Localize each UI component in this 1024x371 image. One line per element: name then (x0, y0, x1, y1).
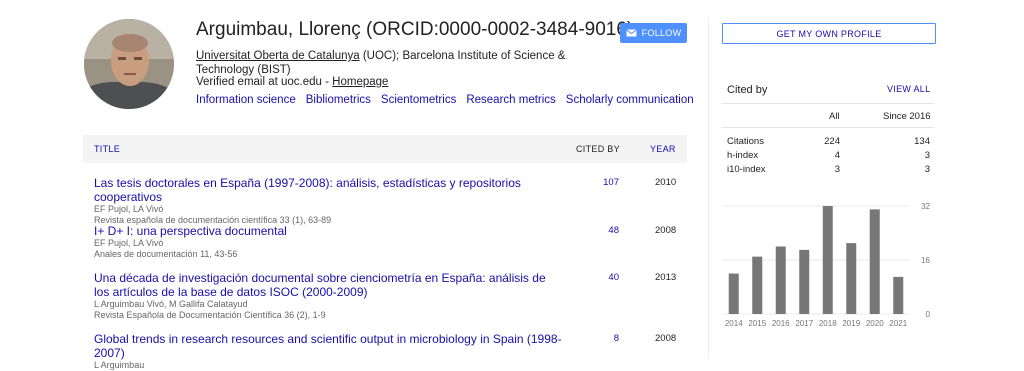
follow-label: FOLLOW (641, 28, 682, 38)
column-divider (708, 18, 709, 358)
publication-authors: L Arguimbau Vivó, M Gallifa Calatayud (94, 299, 248, 309)
stat-since: 134 (914, 136, 930, 147)
publication-authors: L Arguimbau (94, 360, 145, 370)
profile-photo (84, 19, 174, 109)
follow-button[interactable]: FOLLOW (620, 23, 687, 43)
stat-label: i10-index (727, 164, 766, 175)
publication-venue: Anales de documentación 11, 43-56 (94, 249, 238, 259)
cited-by-count[interactable]: 8 (603, 333, 619, 344)
cited-by-count[interactable]: 40 (603, 272, 619, 283)
stat-since: 3 (924, 164, 930, 175)
publication-venue: Revista Española de Documentación Cientí… (94, 310, 326, 320)
cited-by-count[interactable]: 107 (603, 177, 619, 188)
x-tick-label: 2014 (725, 319, 743, 328)
profile-affiliation: Universitat Oberta de Catalunya (UOC); B… (196, 49, 616, 77)
stat-all: 224 (824, 136, 840, 147)
chart-bar-2020[interactable] (869, 209, 880, 314)
table-row: Una década de investigación documental s… (94, 271, 688, 321)
view-all-link[interactable]: VIEW ALL (887, 84, 930, 94)
chart-bar-2021[interactable] (893, 276, 904, 314)
research-interests: Information science Bibliometrics Scient… (196, 94, 694, 106)
chart-bar-2014[interactable] (728, 273, 739, 315)
col-all-header: All (829, 111, 840, 122)
chart-bar-2016[interactable] (775, 246, 786, 315)
chart-bar-2017[interactable] (799, 249, 810, 314)
table-row: Las tesis doctorales en España (1997-200… (94, 176, 688, 226)
publication-year: 2013 (655, 272, 677, 283)
table-row: I+ D+ I: una perspectiva documental EF P… (94, 224, 688, 260)
x-tick-label: 2016 (772, 319, 790, 328)
homepage-link[interactable]: Homepage (332, 76, 388, 88)
interest-link[interactable]: Scientometrics (381, 94, 456, 106)
publication-title[interactable]: Una década de investigación documental s… (94, 271, 554, 299)
stat-all: 4 (834, 150, 840, 161)
envelope-icon (625, 29, 637, 37)
y-tick-label: 16 (921, 256, 930, 265)
stat-label: Citations (727, 136, 764, 147)
profile-name: Arguimbau, Llorenç (ORCID:0000-0002-3484… (196, 19, 634, 40)
email-text: Verified email at uoc.edu - (196, 76, 333, 88)
x-tick-label: 2017 (795, 319, 813, 328)
publication-year: 2008 (655, 333, 677, 344)
interest-link[interactable]: Research metrics (466, 94, 555, 106)
interest-link[interactable]: Information science (196, 94, 296, 106)
y-tick-label: 32 (921, 202, 930, 211)
profile-email: Verified email at uoc.edu - Homepage (196, 76, 388, 88)
cited-by-column-header[interactable]: CITED BY (576, 144, 620, 154)
get-own-profile-button[interactable]: GET MY OWN PROFILE (722, 23, 936, 44)
sort-by-year[interactable]: YEAR (650, 144, 676, 154)
table-row: Global trends in research resources and … (94, 332, 688, 371)
x-tick-label: 2019 (842, 319, 860, 328)
sort-by-title[interactable]: TITLE (94, 144, 120, 154)
publication-authors: EF Pujol, LA Vivó (94, 238, 164, 248)
cited-by-count[interactable]: 48 (603, 225, 619, 236)
stat-row-i10-index: i10-index 3 3 (727, 164, 932, 177)
x-tick-label: 2021 (889, 319, 907, 328)
publication-title[interactable]: I+ D+ I: una perspectiva documental (94, 224, 554, 238)
x-tick-label: 2018 (819, 319, 837, 328)
publication-authors: EF Pujol, LA Vivó (94, 204, 164, 214)
citations-bar-chart: 0 16 32 2014 2015 2016 2017 2018 2019 2020 2021 (722, 202, 931, 328)
affiliation-link[interactable]: Universitat Oberta de Catalunya (196, 50, 360, 62)
publication-title[interactable]: Las tesis doctorales en España (1997-200… (94, 176, 554, 204)
interest-link[interactable]: Scholarly communication (566, 94, 694, 106)
divider (722, 103, 934, 104)
stat-row-h-index: h-index 4 3 (727, 150, 932, 163)
interest-link[interactable]: Bibliometrics (306, 94, 371, 106)
divider (722, 127, 934, 128)
citations-chart: 0 16 32 2014 2015 2016 2017 2018 2019 2020 2021 (720, 196, 942, 336)
publication-year: 2010 (655, 177, 677, 188)
x-tick-label: 2020 (866, 319, 884, 328)
stat-all: 3 (834, 164, 840, 175)
chart-bar-2019[interactable] (846, 243, 857, 314)
chart-bar-2015[interactable] (752, 256, 763, 314)
publication-title[interactable]: Global trends in research resources and … (94, 332, 574, 360)
stat-since: 3 (924, 150, 930, 161)
stat-label: h-index (727, 150, 759, 161)
col-since-header: Since 2016 (883, 111, 931, 122)
table-header: TITLE CITED BY YEAR (83, 135, 687, 163)
x-tick-label: 2015 (748, 319, 766, 328)
chart-bar-2018[interactable] (822, 206, 833, 314)
cited-by-title: Cited by (727, 84, 768, 96)
y-tick-label: 0 (926, 310, 931, 319)
publication-year: 2008 (655, 225, 677, 236)
stat-row-citations: Citations 224 134 (727, 136, 932, 149)
